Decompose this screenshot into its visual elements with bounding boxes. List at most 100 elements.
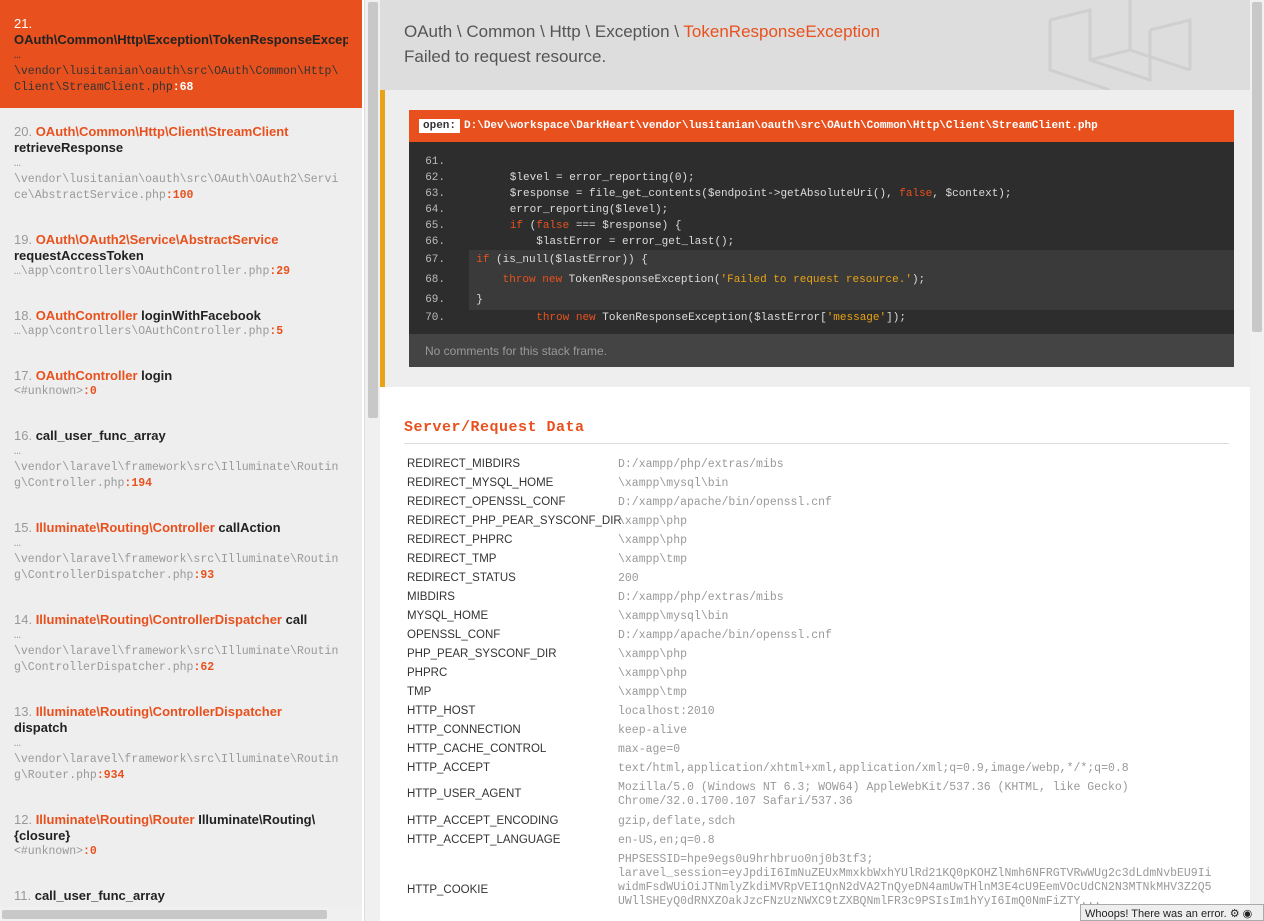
- frame-method: login: [141, 368, 173, 383]
- data-key: HTTP_CONNECTION: [407, 724, 521, 736]
- line-code: $lastError = error_get_last();: [457, 236, 735, 248]
- frame-class: Illuminate\Routing\ControllerDispatcher: [35, 704, 282, 719]
- data-value: keep-alive: [618, 724, 688, 737]
- data-key: TMP: [407, 686, 432, 698]
- frame-index: 18.: [14, 308, 36, 323]
- code-line: 62. $level = error_reporting(0);: [409, 170, 1234, 186]
- stack-frame[interactable]: 19. OAuth\OAuth2\Service\AbstractService…: [0, 216, 362, 292]
- code-line: 65. if (false === $response) {: [409, 218, 1234, 234]
- frame-index: 14.: [14, 612, 36, 627]
- frame-comments: No comments for this stack frame.: [409, 334, 1234, 367]
- data-value: \xampp\php: [618, 534, 688, 547]
- data-value: D:/xampp/php/extras/mibs: [618, 458, 784, 471]
- section-title: Server/Request Data: [404, 419, 585, 436]
- details-panel: OAuth \ Common \ Http \ Exception \ Toke…: [380, 0, 1250, 921]
- frame-index: 19.: [14, 232, 36, 247]
- frame-class: Illuminate\Routing\Router: [35, 812, 195, 827]
- data-key: HTTP_USER_AGENT: [407, 788, 522, 800]
- frame-index: 11.: [14, 888, 35, 903]
- frame-index: 13.: [14, 704, 36, 719]
- namespace-segment: OAuth: [404, 22, 453, 41]
- data-key: MYSQL_HOME: [407, 610, 489, 622]
- line-code: if (false === $response) {: [509, 220, 682, 232]
- code-line: 63. $response = file_get_contents($endpo…: [409, 186, 1234, 202]
- status-bar: Whoops! There was an error. ⚙ ◉: [1080, 904, 1264, 921]
- line-number: 65.: [425, 220, 445, 232]
- line-number: 64.: [425, 204, 445, 216]
- stack-frame[interactable]: 18. OAuthController loginWithFacebook …\a…: [0, 292, 362, 352]
- stack-frame[interactable]: 17. OAuthController login <#unknown>:0: [0, 352, 362, 412]
- laravel-logo-watermark: [1048, 0, 1192, 90]
- line-code: error_reporting($level);: [457, 204, 669, 216]
- frames-vertical-scrollbar[interactable]: [364, 0, 380, 921]
- stack-frame[interactable]: 15. Illuminate\Routing\Controller callAc…: [0, 504, 362, 596]
- code-frame-area: open: D:\Dev\workspace\DarkHeart\vendor\l…: [380, 90, 1250, 387]
- frame-file-path: …\app\controllers\OAuthController.php: [14, 265, 270, 278]
- frame-method: call_user_func_array: [34, 888, 165, 903]
- frame-index: 20.: [14, 124, 36, 139]
- data-value: \xampp\php: [618, 515, 688, 528]
- data-value: \xampp\mysql\bin: [618, 610, 729, 623]
- data-value: max-age=0: [618, 743, 681, 756]
- stack-frame[interactable]: 21. OAuth\Common\Http\Exception\TokenRes…: [0, 0, 362, 108]
- stack-frame[interactable]: 14. Illuminate\Routing\ControllerDispatc…: [0, 596, 362, 688]
- line-number: 66.: [425, 236, 445, 248]
- frame-index: 17.: [14, 368, 36, 383]
- frames-horizontal-scrollbar[interactable]: [0, 907, 362, 921]
- frame-index: 15.: [14, 520, 36, 535]
- data-key: REDIRECT_MYSQL_HOME: [407, 477, 554, 489]
- data-key: MIBDIRS: [407, 591, 455, 603]
- frame-file-path: … \vendor\laravel\framework\src\Illumina…: [14, 737, 339, 782]
- data-key: HTTP_CACHE_CONTROL: [407, 743, 547, 755]
- stack-frame[interactable]: 13. Illuminate\Routing\ControllerDispatc…: [0, 688, 362, 796]
- code-line: 61.: [409, 154, 1234, 170]
- frame-line-number: :5: [269, 325, 284, 338]
- data-value: en-US,en;q=0.8: [618, 834, 715, 847]
- whoops-error-page: 21. OAuth\Common\Http\Exception\TokenRes…: [0, 0, 1264, 921]
- stack-frame[interactable]: 12. Illuminate\Routing\Router Illuminate…: [0, 796, 362, 872]
- frame-class: OAuth\OAuth2\Service\AbstractService: [35, 232, 279, 247]
- frame-method: call: [285, 612, 308, 627]
- data-key: HTTP_HOST: [407, 705, 476, 717]
- server-request-data: Server/Request Data REDIRECT_MIBDIRS D:/x…: [380, 387, 1250, 921]
- code-line: 70. throw new TokenResponseException($la…: [409, 310, 1234, 326]
- frame-line-number: :68: [172, 81, 194, 94]
- scrollbar-thumb[interactable]: [2, 910, 327, 919]
- tools-icon: ⚙ ◉: [1229, 908, 1253, 920]
- page-vertical-scrollbar[interactable]: [1250, 0, 1264, 921]
- stack-frame[interactable]: 16. call_user_func_array … \vendor\larave…: [0, 412, 362, 504]
- frame-line-number: :934: [96, 769, 125, 782]
- stack-frame[interactable]: 20. OAuth\Common\Http\Client\StreamClien…: [0, 108, 362, 216]
- scrollbar-thumb[interactable]: [1252, 2, 1262, 332]
- frame-line-number: :29: [269, 265, 291, 278]
- frame-method: requestAccessToken: [14, 248, 144, 263]
- frame-file-path: … \vendor\laravel\framework\src\Illumina…: [14, 537, 339, 582]
- frame-file-path: … \vendor\laravel\framework\src\Illumina…: [14, 445, 339, 490]
- data-value: text/html,application/xhtml+xml,applicat…: [618, 762, 1129, 775]
- data-key: OPENSSL_CONF: [407, 629, 501, 641]
- frame-method: callAction: [218, 520, 281, 535]
- namespace-segment: Exception: [594, 22, 670, 41]
- status-text: Whoops! There was an error.: [1085, 908, 1227, 920]
- line-code: throw new TokenResponseException($lastEr…: [536, 312, 906, 324]
- line-number: 61.: [425, 156, 445, 168]
- frame-class: OAuthController: [35, 308, 138, 323]
- open-in-editor-button[interactable]: open:: [419, 119, 461, 133]
- frame-method: loginWithFacebook: [141, 308, 261, 323]
- frame-index: 16.: [14, 428, 36, 443]
- frame-line-number: :0: [83, 385, 97, 398]
- frame-file-path: …\app\controllers\OAuthController.php: [14, 325, 270, 338]
- scrollbar-thumb[interactable]: [368, 2, 378, 418]
- namespace-segment: Http: [549, 22, 581, 41]
- data-value: \xampp\tmp: [618, 553, 688, 566]
- data-value: gzip,deflate,sdch: [618, 815, 736, 828]
- code-line: 68. throw new TokenResponseException('Fa…: [425, 270, 1234, 290]
- data-value: Mozilla/5.0 (Windows NT 6.3; WOW64) Appl…: [618, 781, 1129, 808]
- frame-line-number: :93: [193, 569, 215, 582]
- exception-header: OAuth \ Common \ Http \ Exception \ Toke…: [380, 0, 1250, 90]
- exception-class: TokenResponseException: [683, 22, 880, 41]
- section-divider: [404, 443, 1229, 444]
- data-value: 200: [618, 572, 639, 585]
- frame-file-path: <#unknown>: [14, 845, 84, 858]
- line-code: if (is_null($lastError)) {: [476, 254, 648, 266]
